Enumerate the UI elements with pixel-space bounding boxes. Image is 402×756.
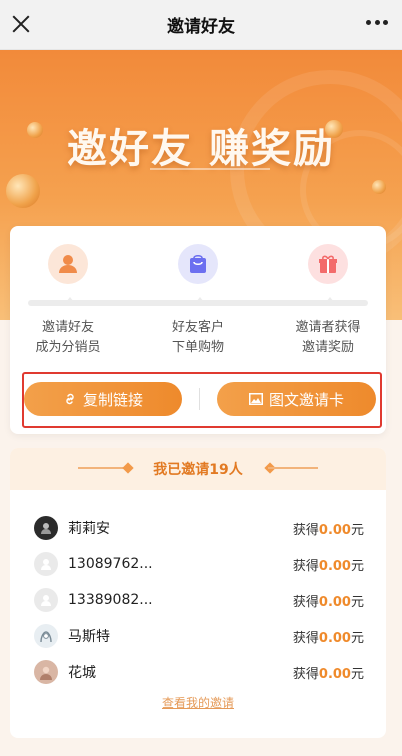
earn-amount: 0.00 [318,630,351,646]
decorative-line [268,467,318,469]
step-label: 下单购物 [171,340,224,355]
avatar [34,660,58,684]
avatar [34,552,58,576]
earn-prefix: 获得 [292,522,319,538]
list-item: 花城 获得0.00元 [34,660,364,684]
earn-amount: 0.00 [318,594,351,610]
person-icon [48,244,88,284]
invitee-name: 13089762... [68,556,153,572]
image-icon [248,393,263,405]
earn-prefix: 获得 [292,630,319,646]
earn-amount: 0.00 [318,666,351,682]
step-pointer [324,297,336,309]
step-reward-text: 邀请者获得 邀请奖励 [268,318,388,358]
view-my-invites-link[interactable]: 查看我的邀请 [10,694,386,711]
invitee-name: 花城 [68,665,96,681]
earnings: 获得0.00元 [293,591,364,610]
list-item: 莉莉安 获得0.00元 [34,516,364,540]
coin-icon [372,180,386,194]
step-label: 邀请奖励 [301,340,354,355]
avatar [34,588,58,612]
image-card-button[interactable]: 图文邀请卡 [217,382,376,416]
earn-prefix: 获得 [292,594,319,610]
earn-suffix: 元 [350,666,364,682]
decorative-line [78,467,128,469]
list-item: 马斯特 获得0.00元 [34,624,364,648]
earnings: 获得0.00元 [293,519,364,538]
coin-icon [6,174,40,208]
earn-suffix: 元 [350,630,364,646]
copy-link-label: 复制链接 [82,390,143,409]
earn-suffix: 元 [350,594,364,610]
earnings: 获得0.00元 [293,627,364,646]
earnings: 获得0.00元 [293,555,364,574]
step-purchase-text: 好友客户 下单购物 [138,318,258,358]
invited-list-card: 我已邀请19人 莉莉安 获得0.00元 13089762... 获得0.00元 … [10,448,386,738]
invitee-name: 莉莉安 [68,521,110,537]
close-icon[interactable] [10,13,32,35]
earn-suffix: 元 [350,558,364,574]
steps-card: 邀请好友 成为分销员 好友客户 下单购物 邀请者获得 邀请奖励 复制链接 图文邀… [10,226,386,434]
decorative-diamond [122,462,134,474]
more-options-icon[interactable] [366,20,388,26]
step-label: 成为分销员 [35,340,101,355]
step-invite-text: 邀请好友 成为分销员 [8,318,128,358]
step-pointer [194,297,206,309]
divider [199,388,200,410]
page-title: 邀请好友 [167,17,235,37]
hero-headline: 邀好友 赚奖励 [67,126,335,172]
earn-suffix: 元 [350,522,364,538]
invited-header: 我已邀请19人 [10,448,386,490]
step-label: 邀请者获得 [295,320,361,335]
invitee-name: 13389082... [68,592,153,608]
steps-row [10,244,386,290]
copy-link-button[interactable]: 复制链接 [24,382,182,416]
headline-underline [150,168,270,170]
image-card-label: 图文邀请卡 [268,390,344,409]
earn-prefix: 获得 [292,666,319,682]
earn-prefix: 获得 [292,558,319,574]
invitee-name: 马斯特 [68,629,110,645]
step-label: 好友客户 [171,320,224,335]
nav-bar: 邀请好友 [0,0,402,50]
shopping-bag-icon [178,244,218,284]
invited-count: 我已邀请19人 [153,462,243,478]
earn-amount: 0.00 [318,558,351,574]
gift-icon [308,244,348,284]
avatar [34,624,58,648]
avatar [34,516,58,540]
list-item: 13389082... 获得0.00元 [34,588,364,612]
list-item: 13089762... 获得0.00元 [34,552,364,576]
step-pointer [64,297,76,309]
share-actions: 复制链接 图文邀请卡 [22,372,382,428]
earnings: 获得0.00元 [293,663,364,682]
earn-amount: 0.00 [318,522,351,538]
step-label: 邀请好友 [41,320,94,335]
link-icon [66,393,74,405]
